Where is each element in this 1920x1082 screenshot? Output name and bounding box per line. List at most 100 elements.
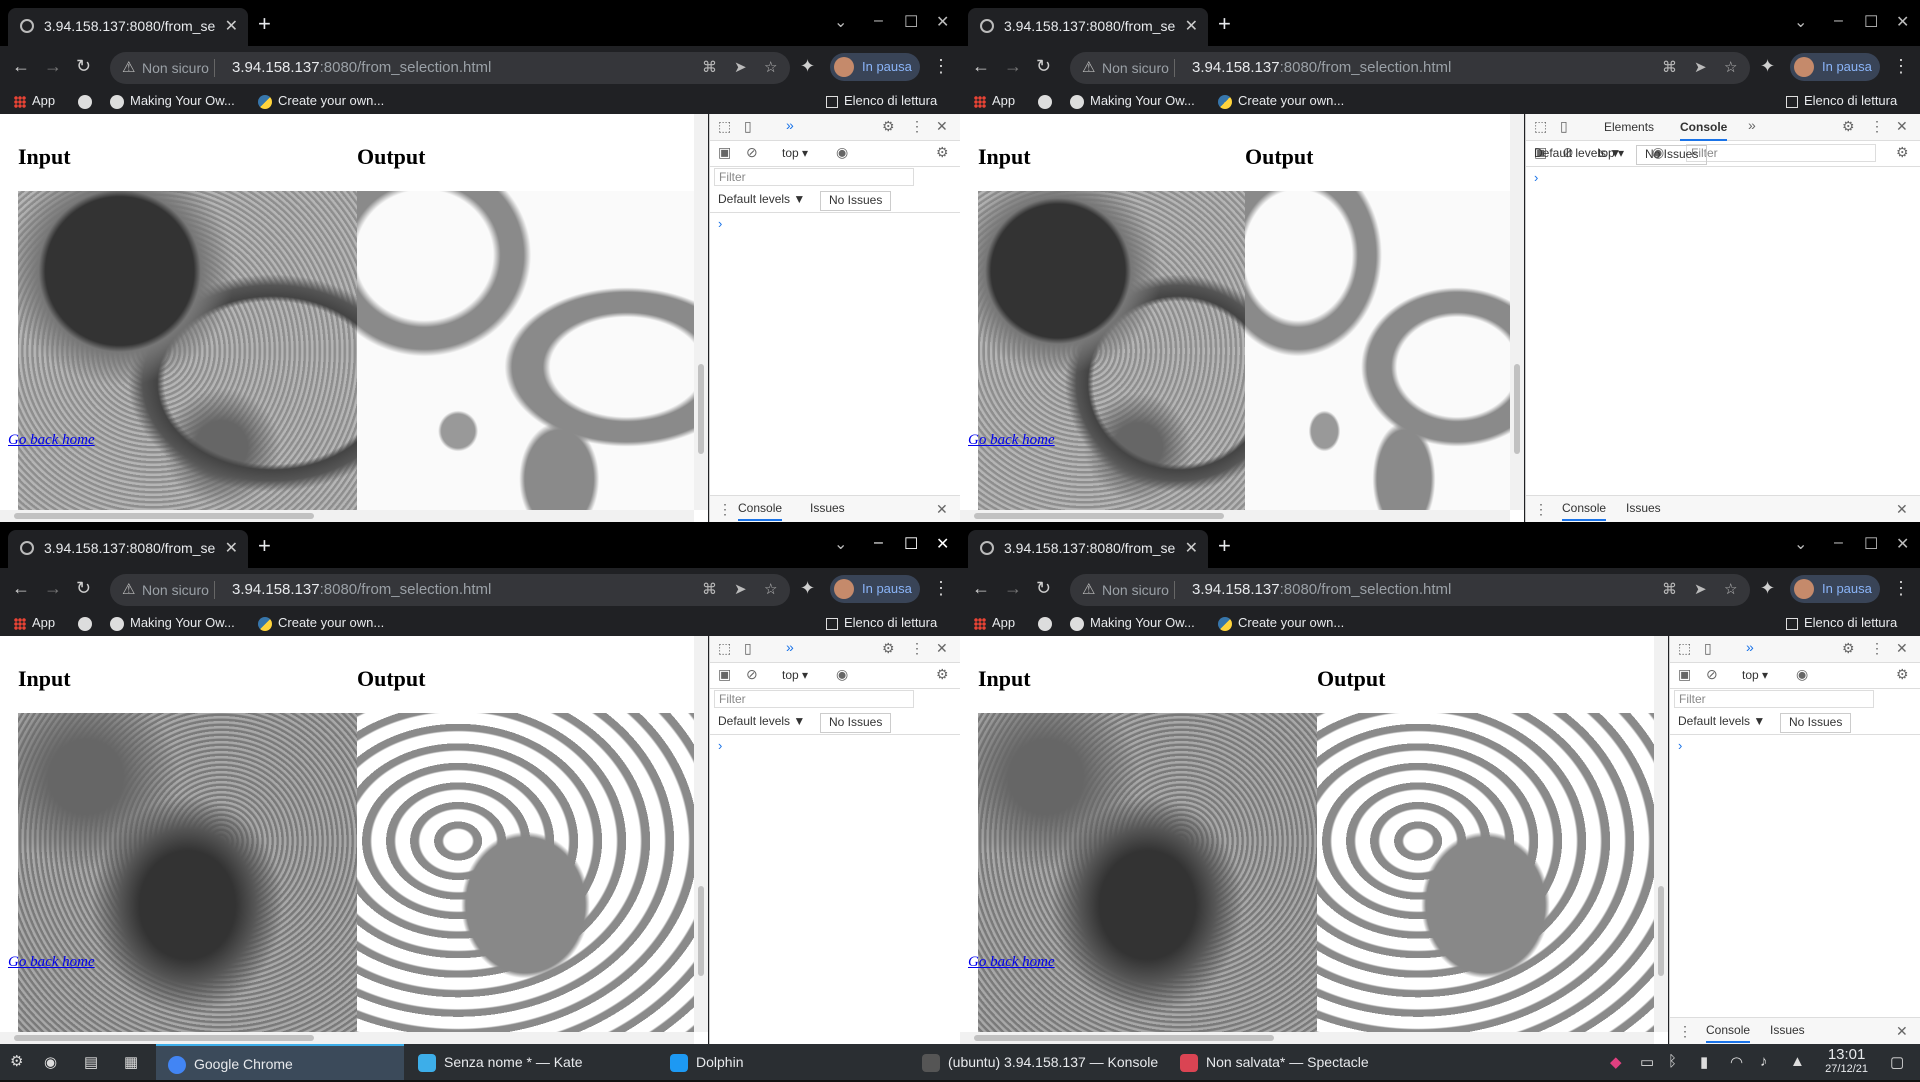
taskbar-item[interactable]: (ubuntu) 3.94.158.137 — Konsole xyxy=(910,1044,1166,1080)
volume-icon[interactable]: ♪ xyxy=(1760,1053,1768,1070)
drawer-menu-icon[interactable]: ⋮ xyxy=(1534,501,1548,518)
close-window-icon[interactable]: ✕ xyxy=(936,12,949,32)
tab-search-icon[interactable]: ⌄ xyxy=(834,12,847,32)
bookmark-item[interactable]: Create your own... xyxy=(258,615,384,631)
device-toolbar-icon[interactable]: ▯ xyxy=(744,118,752,135)
close-window-icon[interactable]: ✕ xyxy=(1896,12,1909,32)
drawer-menu-icon[interactable]: ⋮ xyxy=(718,501,732,518)
settings-icon[interactable]: ⚙ xyxy=(1842,118,1855,135)
new-tab-button[interactable]: + xyxy=(258,533,271,559)
back-icon[interactable]: ← xyxy=(12,578,30,599)
console-prompt[interactable]: › xyxy=(1534,170,1538,185)
close-tab-icon[interactable]: ✕ xyxy=(225,16,238,36)
sidebar-icon[interactable]: ▣ xyxy=(718,666,731,683)
horizontal-scrollbar[interactable] xyxy=(960,510,1510,522)
inspect-icon[interactable]: ⬚ xyxy=(718,640,731,657)
settings-icon[interactable]: ⚙ xyxy=(882,640,895,657)
battery-icon[interactable]: ▮ xyxy=(1700,1053,1708,1071)
no-issues-button[interactable]: No Issues xyxy=(1780,713,1852,733)
reload-icon[interactable]: ↻ xyxy=(76,578,91,599)
close-window-icon[interactable]: ✕ xyxy=(936,534,949,554)
vertical-scrollbar[interactable] xyxy=(694,114,708,510)
back-icon[interactable]: ← xyxy=(972,56,990,77)
go-back-home-link[interactable]: Go back home xyxy=(968,432,1055,449)
console-settings-icon[interactable]: ⚙ xyxy=(1896,144,1909,161)
vertical-scrollbar[interactable] xyxy=(1654,636,1668,1032)
browser-tab[interactable]: 3.94.158.137:8080/from_selec ✕ xyxy=(8,530,248,568)
settings-icon[interactable]: ⚙ xyxy=(882,118,895,135)
close-drawer-icon[interactable]: ✕ xyxy=(1896,1023,1908,1040)
close-devtools-icon[interactable]: ✕ xyxy=(1896,640,1908,657)
bookmark-apps[interactable]: App xyxy=(14,93,55,108)
horizontal-scrollbar[interactable] xyxy=(960,1032,1654,1044)
drawer-tab-issues[interactable]: Issues xyxy=(1626,501,1661,515)
back-icon[interactable]: ← xyxy=(12,56,30,77)
url-text[interactable]: 3.94.158.137:8080/from_selection.html xyxy=(1192,59,1451,76)
back-icon[interactable]: ← xyxy=(972,578,990,599)
translate-icon[interactable]: ⌘ xyxy=(1662,580,1677,598)
translate-icon[interactable]: ⌘ xyxy=(702,58,717,76)
forward-icon[interactable]: → xyxy=(44,578,62,599)
console-settings-icon[interactable]: ⚙ xyxy=(936,666,949,683)
drawer-tab-console[interactable]: Console xyxy=(738,501,783,521)
devtools-menu-icon[interactable]: ⋮ xyxy=(910,118,924,135)
bookmark-star-icon[interactable]: ☆ xyxy=(1724,58,1737,76)
bookmark-item[interactable]: Create your own... xyxy=(258,93,384,109)
minimize-icon[interactable]: – xyxy=(874,534,883,552)
extensions-icon[interactable]: ✦ xyxy=(1760,56,1775,77)
devtools-menu-icon[interactable]: ⋮ xyxy=(1870,118,1884,135)
device-toolbar-icon[interactable]: ▯ xyxy=(1704,640,1712,657)
drawer-tab-console[interactable]: Console xyxy=(1562,501,1607,521)
bookmark-item[interactable] xyxy=(78,93,98,109)
inspect-icon[interactable]: ⬚ xyxy=(718,118,731,135)
go-back-home-link[interactable]: Go back home xyxy=(8,432,95,449)
levels-dropdown[interactable]: Default levels ▼ xyxy=(718,192,805,206)
address-bar[interactable]: ⚠ Non sicuro 3.94.158.137:8080/from_sele… xyxy=(110,574,790,606)
context-selector[interactable]: top ▾ xyxy=(1742,668,1768,682)
bookmark-star-icon[interactable]: ☆ xyxy=(1724,580,1737,598)
translate-icon[interactable]: ⌘ xyxy=(702,580,717,598)
new-tab-button[interactable]: + xyxy=(258,11,271,37)
close-drawer-icon[interactable]: ✕ xyxy=(936,501,948,518)
bookmark-item[interactable]: Making Your Ow... xyxy=(110,93,235,109)
tab-search-icon[interactable]: ⌄ xyxy=(1794,534,1807,554)
send-icon[interactable]: ➤ xyxy=(1694,580,1707,598)
wifi-icon[interactable]: ◠ xyxy=(1730,1053,1743,1071)
reading-list[interactable]: Elenco di lettura xyxy=(826,93,937,108)
new-tab-button[interactable]: + xyxy=(1218,11,1231,37)
no-issues-button[interactable]: No Issues xyxy=(820,713,892,733)
settings-icon[interactable]: ⚙ xyxy=(1842,640,1855,657)
close-devtools-icon[interactable]: ✕ xyxy=(936,118,948,135)
bookmark-item[interactable]: Making Your Ow... xyxy=(110,615,235,631)
url-text[interactable]: 3.94.158.137:8080/from_selection.html xyxy=(232,59,491,76)
no-issues-button[interactable]: No Issues xyxy=(820,191,892,211)
tab-elements[interactable]: Elements xyxy=(1604,120,1654,134)
reading-list[interactable]: Elenco di lettura xyxy=(1786,615,1897,630)
bookmark-item[interactable] xyxy=(1038,615,1058,631)
eye-icon[interactable]: ◉ xyxy=(1796,666,1808,683)
bookmark-item[interactable]: Create your own... xyxy=(1218,615,1344,631)
close-devtools-icon[interactable]: ✕ xyxy=(936,640,948,657)
colorful-app-icon[interactable]: ◆ xyxy=(1610,1053,1622,1071)
drawer-tab-issues[interactable]: Issues xyxy=(810,501,845,515)
bookmark-star-icon[interactable]: ☆ xyxy=(764,580,777,598)
maximize-icon[interactable]: ☐ xyxy=(1864,534,1878,554)
bookmark-item[interactable] xyxy=(1038,93,1058,109)
clock[interactable]: 13:01 27/12/21 xyxy=(1825,1046,1868,1075)
reload-icon[interactable]: ↻ xyxy=(76,56,91,77)
more-tabs-icon[interactable]: » xyxy=(1746,639,1754,655)
more-tabs-icon[interactable]: » xyxy=(786,639,794,655)
context-selector[interactable]: top ▾ xyxy=(782,668,808,682)
drawer-menu-icon[interactable]: ⋮ xyxy=(1678,1023,1692,1040)
address-bar[interactable]: ⚠ Non sicuro 3.94.158.137:8080/from_sele… xyxy=(1070,52,1750,84)
bookmark-apps[interactable]: App xyxy=(14,615,55,630)
profile-button[interactable]: In pausa xyxy=(830,53,920,81)
send-icon[interactable]: ➤ xyxy=(734,580,747,598)
app-launcher-icon[interactable]: ⚙ xyxy=(10,1052,23,1070)
filter-input[interactable]: Filter xyxy=(1686,144,1876,162)
send-icon[interactable]: ➤ xyxy=(734,58,747,76)
console-settings-icon[interactable]: ⚙ xyxy=(936,144,949,161)
vertical-scrollbar[interactable] xyxy=(1510,114,1524,510)
devtools-menu-icon[interactable]: ⋮ xyxy=(1870,640,1884,657)
reload-icon[interactable]: ↻ xyxy=(1036,56,1051,77)
